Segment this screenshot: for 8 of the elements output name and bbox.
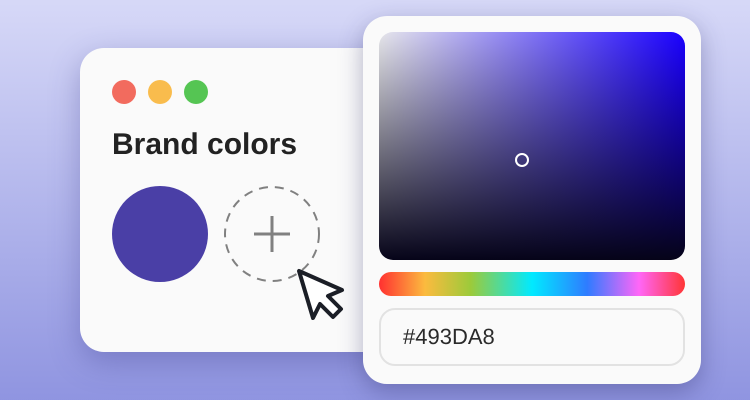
plus-icon <box>254 216 290 252</box>
add-color-button[interactable] <box>224 186 320 282</box>
picker-handle[interactable] <box>515 153 529 167</box>
card-title: Brand colors <box>112 130 298 160</box>
color-gradient-area[interactable] <box>379 32 685 260</box>
hue-spectrum-bar[interactable] <box>379 272 685 296</box>
hex-input-field[interactable]: #493DA8 <box>379 308 685 366</box>
cursor-arrow-icon <box>296 268 346 322</box>
